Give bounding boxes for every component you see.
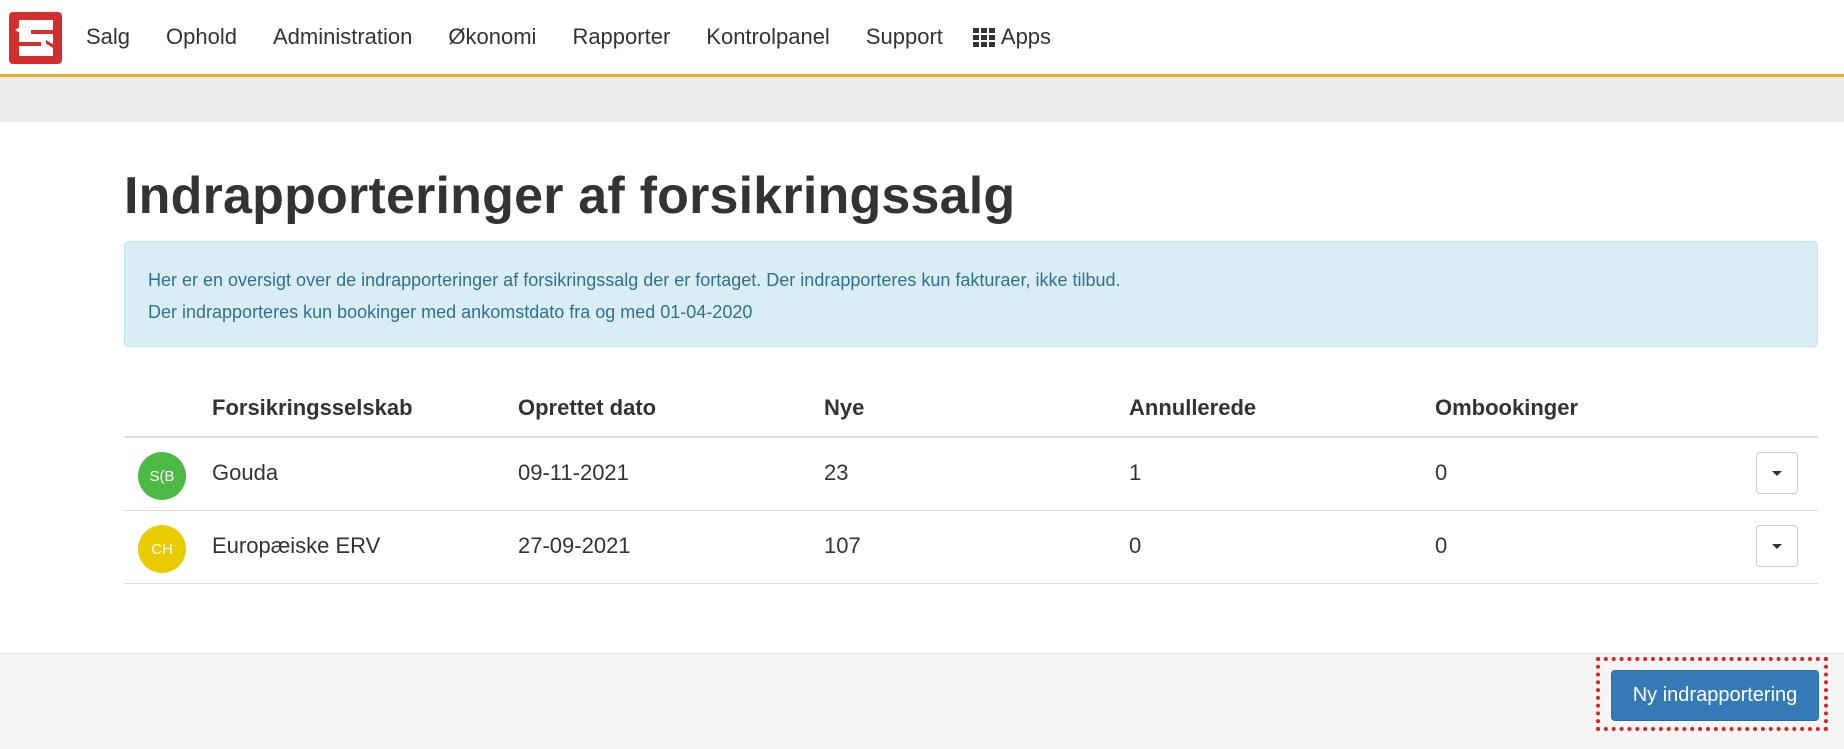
nav-item-apps[interactable]: Apps	[972, 24, 1052, 50]
header-created-date: Oprettet dato	[518, 395, 657, 420]
table-row: CH Europæiske ERV 27-09-2021 107 0 0	[124, 511, 1818, 584]
company-name: Europæiske ERV	[212, 533, 381, 558]
rebookings-count: 0	[1435, 533, 1448, 558]
new-report-button[interactable]: Ny indrapportering	[1611, 670, 1819, 721]
nav-item-kontrolpanel[interactable]: Kontrolpanel	[706, 24, 830, 50]
company-avatar: S(B	[138, 452, 186, 500]
created-date: 09-11-2021	[518, 460, 629, 485]
table-row: S(B Gouda 09-11-2021 23 1 0	[124, 438, 1818, 511]
page-title: Indrapporteringer af forsikringssalg	[124, 167, 1016, 225]
top-navbar: Salg Ophold Administration Økonomi Rappo…	[0, 0, 1844, 77]
nav-item-salg[interactable]: Salg	[86, 24, 130, 50]
company-name: Gouda	[212, 460, 279, 485]
table-header: Forsikringsselskab Oprettet dato Nye Ann…	[124, 380, 1818, 438]
nav-item-ophold[interactable]: Ophold	[166, 24, 237, 50]
company-avatar: CH	[138, 525, 186, 573]
exchange-arrows-logo-icon	[15, 20, 56, 56]
caret-down-icon	[1772, 470, 1782, 476]
new-count: 107	[824, 533, 861, 558]
row-actions-dropdown-button[interactable]	[1756, 452, 1798, 494]
new-count: 23	[824, 460, 849, 485]
footer-bar	[0, 653, 1844, 749]
row-actions-dropdown-button[interactable]	[1756, 525, 1798, 567]
created-date: 27-09-2021	[518, 533, 631, 558]
caret-down-icon	[1772, 543, 1782, 549]
header-new: Nye	[824, 395, 865, 420]
nav-item-administration[interactable]: Administration	[273, 24, 412, 50]
apps-label: Apps	[1000, 24, 1052, 49]
header-cancelled: Annullerede	[1129, 395, 1257, 420]
cancelled-count: 1	[1129, 460, 1142, 485]
reports-table: Forsikringsselskab Oprettet dato Nye Ann…	[124, 380, 1818, 584]
subheader-bar	[0, 77, 1844, 122]
cancelled-count: 0	[1129, 533, 1142, 558]
app-logo[interactable]	[9, 12, 62, 64]
info-text-line-1: Her er en oversigt over de indrapporteri…	[148, 270, 1121, 290]
nav-item-okonomi[interactable]: Økonomi	[448, 24, 536, 50]
grid-icon	[972, 27, 995, 47]
header-company: Forsikringsselskab	[212, 395, 413, 420]
info-alert: Her er en oversigt over de indrapporteri…	[124, 241, 1818, 347]
nav-item-support[interactable]: Support	[866, 24, 943, 50]
info-text-line-2: Der indrapporteres kun bookinger med ank…	[148, 302, 753, 322]
rebookings-count: 0	[1435, 460, 1448, 485]
header-rebookings: Ombookinger	[1435, 395, 1579, 420]
main-nav: Salg Ophold Administration Økonomi Rappo…	[86, 0, 1087, 74]
nav-item-rapporter[interactable]: Rapporter	[572, 24, 670, 50]
